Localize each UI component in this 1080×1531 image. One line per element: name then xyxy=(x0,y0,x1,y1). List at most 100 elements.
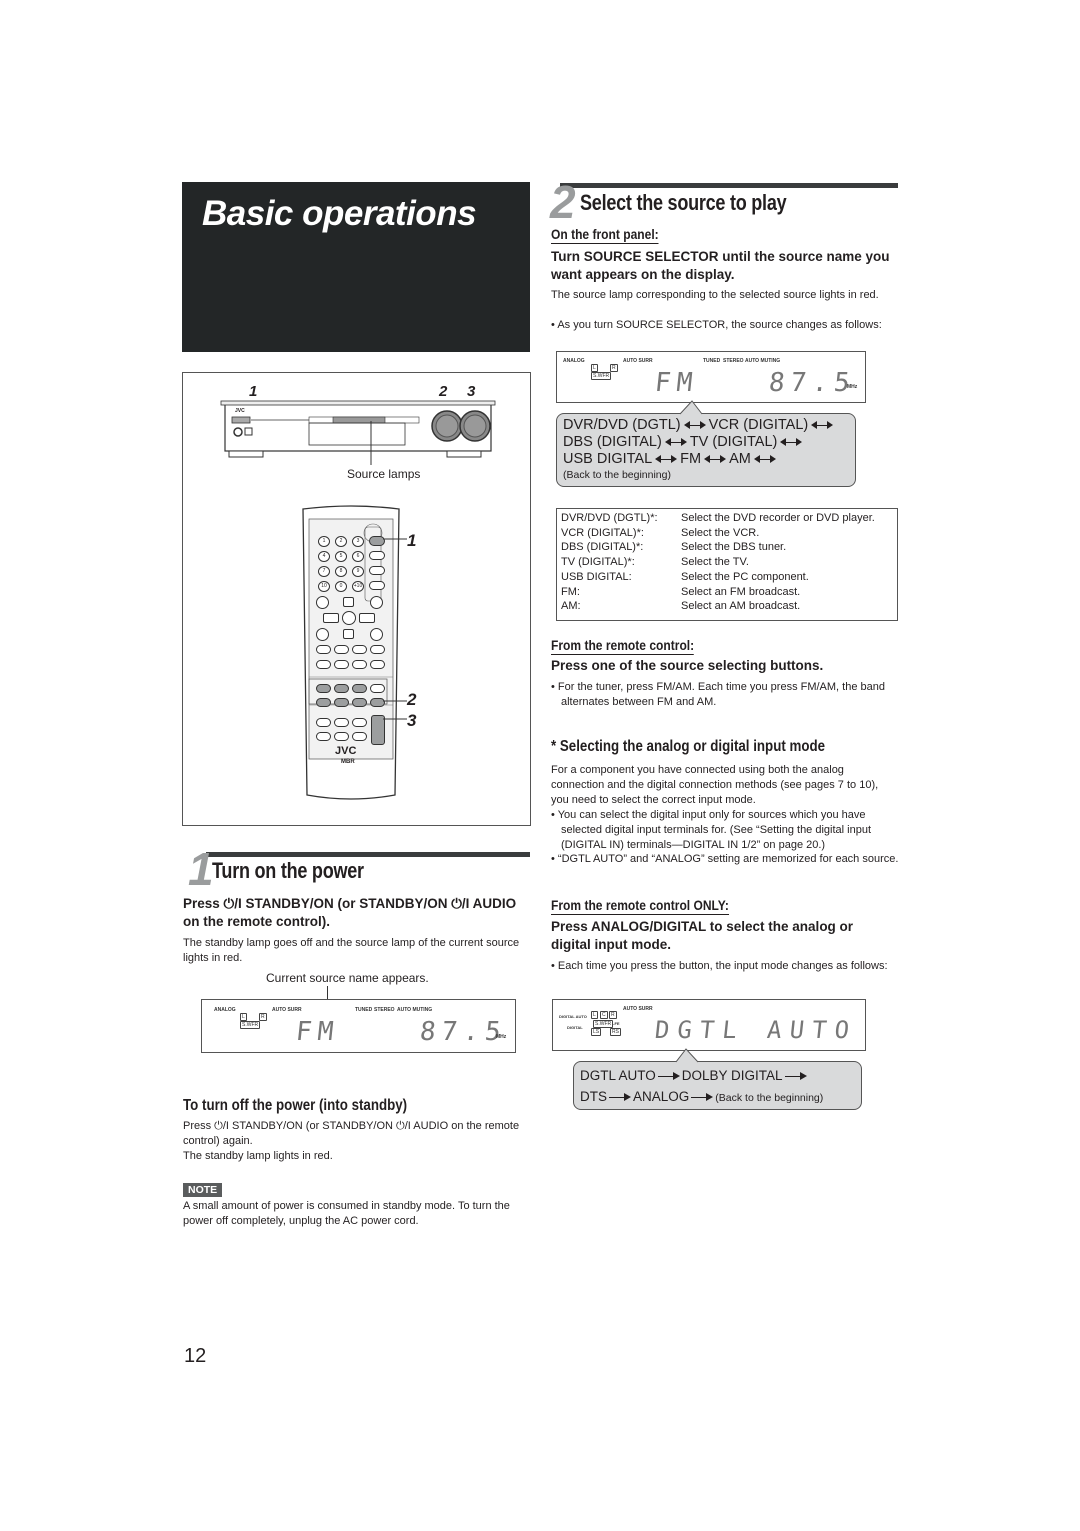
remote-button[interactable] xyxy=(334,645,349,654)
double-arrow-icon xyxy=(704,455,727,464)
remote-source-button[interactable] xyxy=(316,698,331,707)
indicator-auto-muting: AUTO MUTING xyxy=(397,1007,433,1013)
double-arrow-icon xyxy=(780,438,803,447)
remote-button[interactable] xyxy=(316,718,331,727)
cycle-item: TV (DIGITAL) xyxy=(689,434,778,450)
remote-heading: From the remote control: xyxy=(551,637,695,655)
source-description: Select the VCR. xyxy=(681,526,760,539)
channel-swfr: S.WFR xyxy=(593,1020,614,1028)
front-panel-bullet: • As you turn SOURCE SELECTOR, the sourc… xyxy=(551,319,882,331)
remote-button-plus10[interactable]: +10 xyxy=(352,581,364,592)
remote-button[interactable] xyxy=(370,596,383,609)
remote-source-button[interactable] xyxy=(334,684,349,693)
remote-button[interactable] xyxy=(334,732,349,741)
channel-r: R xyxy=(259,1013,267,1021)
remote-button[interactable] xyxy=(352,645,367,654)
cycle-back-note: (Back to the beginning) xyxy=(563,469,671,481)
remote-button-5[interactable]: 5 xyxy=(335,551,347,562)
remote-button[interactable] xyxy=(352,660,367,669)
callout-remote-1: 1 xyxy=(407,531,417,550)
remote-button[interactable] xyxy=(316,596,329,609)
double-arrow-icon xyxy=(664,438,687,447)
channel-r: R xyxy=(609,1011,617,1019)
remote-button-4[interactable]: 4 xyxy=(318,551,330,562)
note-text: A small amount of power is consumed in s… xyxy=(183,1200,510,1227)
remote-source-button[interactable] xyxy=(352,698,367,707)
indicator-tuned: TUNED xyxy=(355,1007,373,1013)
bullet-text: You can select the digital input only fo… xyxy=(557,809,872,851)
remote-button[interactable] xyxy=(334,660,349,669)
callout-remote-2: 2 xyxy=(407,690,417,709)
bubble-pointer xyxy=(680,400,703,415)
channel-l: L xyxy=(240,1013,247,1021)
remote-bullet: • For the tuner, press FM/AM. Each time … xyxy=(551,681,885,708)
remote-left-button[interactable] xyxy=(323,613,339,623)
remote-button-6[interactable]: 6 xyxy=(352,551,364,562)
fm-display-1: ANALOG AUTO SURR TUNED STEREO AUTO MUTIN… xyxy=(201,999,516,1053)
remote-button-9[interactable]: 9 xyxy=(352,566,364,577)
remote-brand: JVC xyxy=(335,745,357,757)
remote-button-7[interactable]: 7 xyxy=(318,566,330,577)
cycle-row-3: USB DIGITAL FM AM xyxy=(563,451,855,468)
section-1-rule xyxy=(206,852,530,857)
display-text: DGTL AUTO xyxy=(653,1016,859,1044)
figure-panel: JVC 1 2 3 Source lamps 1 2 3 4 5 6 7 8 9… xyxy=(182,372,531,826)
remote-button[interactable] xyxy=(316,732,331,741)
remote-button[interactable] xyxy=(352,718,367,727)
remote-button-2[interactable]: 2 xyxy=(335,536,347,547)
remote-button[interactable] xyxy=(316,628,329,641)
fm-display-2: ANALOG AUTO SURR TUNED STEREO AUTO MUTIN… xyxy=(556,351,866,403)
section-1-title: Turn on the power xyxy=(212,858,364,883)
remote-enter-button[interactable] xyxy=(342,611,356,625)
bullet-text: For the tuner, press FM/AM. Each time yo… xyxy=(557,681,885,708)
remote-button-3[interactable]: 3 xyxy=(352,536,364,547)
display-source: FM xyxy=(294,1017,341,1047)
mode-row-2: DTS ANALOG (Back to the beginning) xyxy=(580,1086,861,1109)
double-arrow-icon xyxy=(811,421,834,430)
display-unit: MHz xyxy=(496,1034,507,1040)
indicator-analog: ANALOG xyxy=(214,1007,236,1013)
indicator-lfe: LFE xyxy=(612,1021,620,1026)
remote-right-button[interactable] xyxy=(359,613,375,623)
note-badge: NOTE xyxy=(183,1180,223,1198)
display-frequency: 87.5 xyxy=(767,368,858,398)
indicator-digital: DIGITAL xyxy=(567,1025,583,1030)
remote-button-0[interactable]: 0 xyxy=(335,581,347,592)
double-arrow-icon xyxy=(655,455,678,464)
remote-source-button[interactable] xyxy=(316,684,331,693)
remote-button-1[interactable]: 1 xyxy=(318,536,330,547)
indicator-tuned: TUNED xyxy=(703,358,721,364)
remote-only-instruction: Press ANALOG/DIGITAL to select the analo… xyxy=(551,919,854,952)
remote-down-button[interactable] xyxy=(343,629,354,639)
source-description: Select the DVD recorder or DVD player. xyxy=(681,512,875,524)
cycle-item: VCR (DIGITAL) xyxy=(708,417,809,433)
remote-source-button[interactable] xyxy=(352,684,367,693)
remote-button-10[interactable]: 10 xyxy=(318,581,330,592)
front-panel-heading: On the front panel: xyxy=(551,226,659,244)
cycle-row-2: DBS (DIGITAL) TV (DIGITAL) xyxy=(563,434,855,451)
mode-cycle-bubble: DGTL AUTO DOLBY DIGITAL DTS ANALOG (Back to… xyxy=(573,1061,862,1110)
section-2-number: 2 xyxy=(550,176,576,228)
remote-button[interactable] xyxy=(370,628,383,641)
cycle-item: DVR/DVD (DGTL) xyxy=(563,417,681,433)
standby-body-2: The standby lamp lights in red. xyxy=(183,1150,333,1162)
source-table: DVR/DVD (DGTL)*: Select the DVD recorder … xyxy=(556,508,898,621)
power-instruction: Press ⏻/I STANDBY/ON (or STANDBY/ON ⏻/I … xyxy=(183,896,517,929)
remote-button[interactable] xyxy=(316,660,331,669)
remote-button[interactable] xyxy=(334,718,349,727)
indicator-analog: ANALOG xyxy=(563,358,585,364)
remote-button-8[interactable]: 8 xyxy=(335,566,347,577)
indicator-stereo: STEREO xyxy=(723,358,744,364)
note-label: NOTE xyxy=(183,1183,223,1197)
remote-up-button[interactable] xyxy=(343,597,354,607)
source-key: USB DIGITAL: xyxy=(561,570,632,583)
callout-panel-2: 2 xyxy=(439,383,448,400)
page-number: 12 xyxy=(184,1345,207,1367)
remote-button[interactable] xyxy=(352,732,367,741)
source-table-row: TV (DIGITAL)*: Select the TV. xyxy=(557,555,897,570)
remote-source-button[interactable] xyxy=(334,698,349,707)
source-key: TV (DIGITAL)*: xyxy=(561,556,635,569)
remote-button[interactable] xyxy=(316,645,331,654)
indicator-auto-surr: AUTO SURR xyxy=(623,1006,653,1012)
arrow-right-icon xyxy=(609,1093,631,1102)
